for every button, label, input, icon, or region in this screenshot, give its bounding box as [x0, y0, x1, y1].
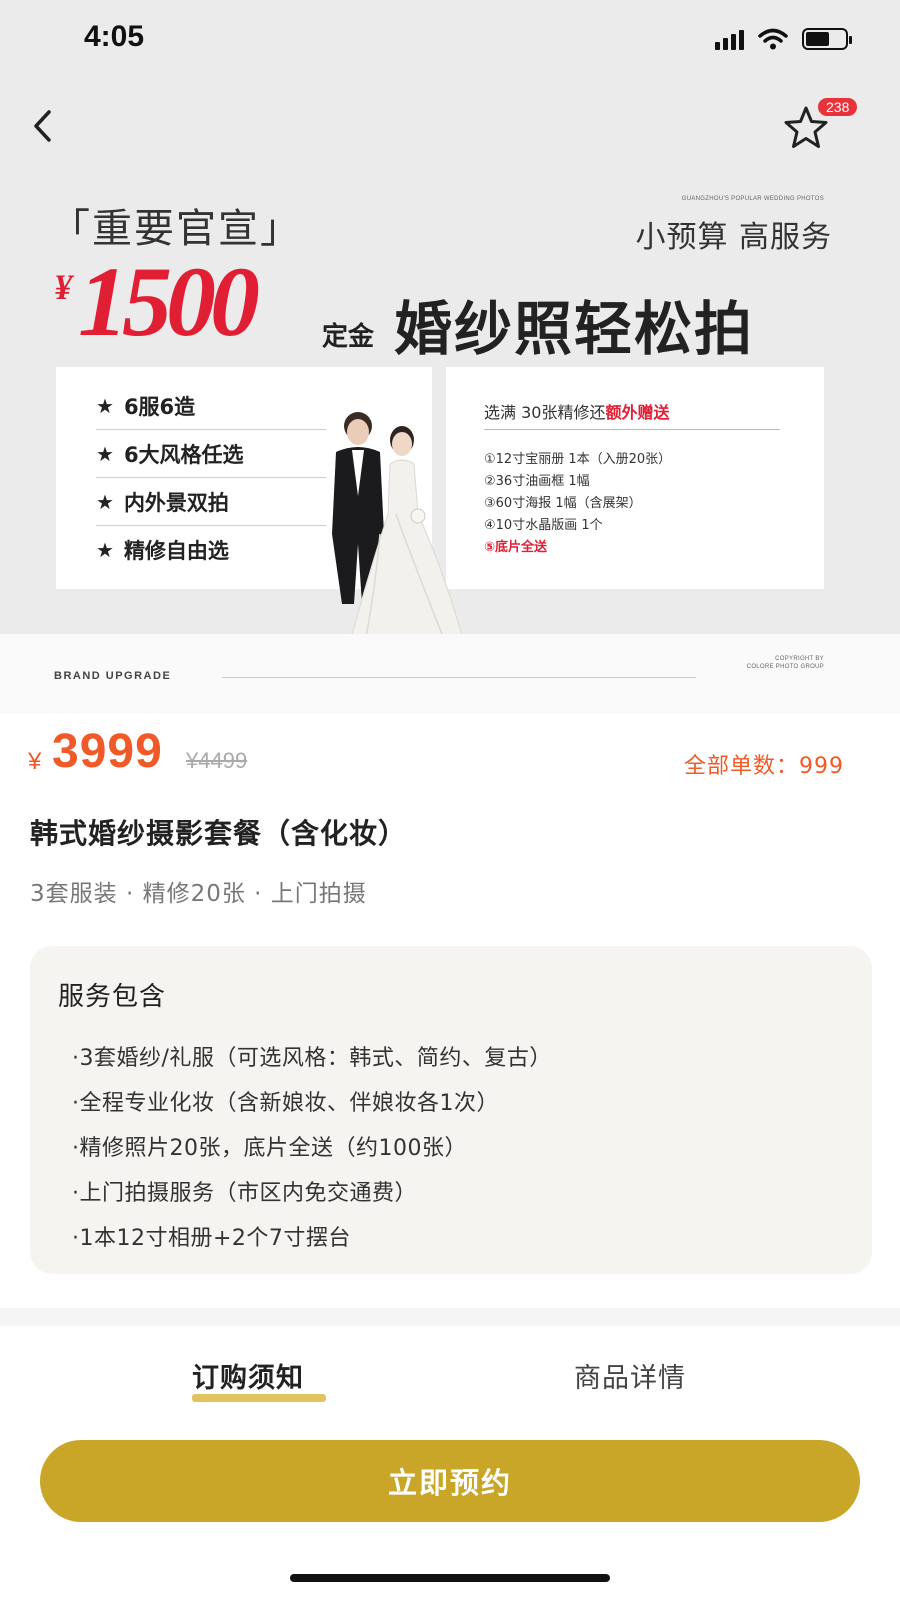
promo-deposit-label: 定金 — [322, 322, 375, 352]
divider — [222, 677, 696, 678]
service-title: 服务包含 — [58, 982, 167, 1012]
star-icon: ★ — [96, 442, 114, 466]
bonus-item: ②36寸油画框 1幅 — [484, 474, 590, 489]
section-gap — [0, 1308, 900, 1326]
original-price: ¥4499 — [186, 748, 248, 773]
service-item: ·上门拍摄服务（市区内免交通费） — [72, 1181, 417, 1206]
service-item: ·全程专业化妆（含新娘妆、伴娘妆各1次） — [72, 1091, 499, 1116]
promo-currency: ¥ — [54, 267, 72, 307]
banner-subtitle: 小预算 高服务 — [635, 220, 832, 255]
bonus-item: ③60寸海报 1幅（含展架） — [484, 496, 642, 511]
promo-tagline: 婚纱照轻松拍 — [394, 295, 755, 363]
current-price: 3999 — [52, 725, 163, 778]
divider — [96, 429, 326, 430]
bonus-panel: 选满 30张精修还额外赠送 ①12寸宝丽册 1本（入册20张） ②36寸油画框 … — [446, 367, 824, 589]
promo-price: 1500 — [78, 246, 260, 357]
brand-strip: BRAND UPGRADE COPYRIGHT BY COLORE PHOTO … — [0, 634, 900, 714]
price-currency: ¥ — [28, 748, 42, 775]
product-title: 韩式婚纱摄影套餐（含化妆） — [30, 817, 408, 850]
banner-tiny-caption: GUANGZHOU'S POPULAR WEDDING PHOTOS — [681, 196, 824, 202]
home-indicator — [290, 1574, 610, 1582]
service-list: ·3套婚纱/礼服（可选风格：韩式、简约、复古） ·全程专业化妆（含新娘妆、伴娘妆… — [72, 1036, 552, 1261]
copyright-line: COPYRIGHT BY — [775, 656, 824, 662]
bonus-item: ⑤底片全送 — [484, 540, 548, 555]
product-tags: 3套服装 · 精修20张 · 上门拍摄 — [30, 881, 367, 907]
feature-item: ★ 6服6造 — [96, 394, 196, 419]
star-icon: ★ — [96, 490, 114, 514]
tab-order-notice[interactable]: 订购须知 — [192, 1356, 304, 1395]
feature-item: ★ 内外景双拍 — [96, 490, 229, 515]
bonus-item: ④10寸水晶版画 1个 — [484, 518, 603, 533]
price-row: ¥ 3999 ¥4499 全部单数：999 — [0, 720, 900, 790]
active-tab-indicator — [192, 1394, 326, 1402]
service-item: ·1本12寸相册+2个7寸摆台 — [72, 1226, 351, 1251]
copyright-line: COLORE PHOTO GROUP — [746, 664, 824, 670]
signal-icon — [715, 28, 744, 50]
divider — [96, 525, 326, 526]
wifi-icon — [758, 28, 788, 50]
book-now-button[interactable]: 立即预约 — [40, 1440, 860, 1522]
star-icon: ★ — [96, 394, 114, 418]
feature-item: ★ 精修自由选 — [96, 538, 229, 563]
battery-icon — [802, 28, 852, 50]
back-button[interactable] — [24, 106, 60, 146]
status-icons — [715, 28, 852, 50]
sold-count: 全部单数：999 — [683, 754, 844, 779]
promo-banner: 238 「重要官宣」 GUANGZHOU'S POPULAR WEDDING P… — [0, 84, 900, 684]
divider — [484, 429, 780, 430]
brand-label: BRAND UPGRADE — [54, 670, 172, 682]
star-icon: ★ — [96, 538, 114, 562]
bonus-list: ①12寸宝丽册 1本（入册20张） ②36寸油画框 1幅 ③60寸海报 1幅（含… — [484, 449, 671, 559]
bonus-item: ①12寸宝丽册 1本（入册20张） — [484, 452, 672, 467]
status-bar: 4:05 — [0, 0, 900, 84]
bonus-heading: 选满 30张精修还额外赠送 — [484, 403, 670, 422]
service-item: ·3套婚纱/礼服（可选风格：韩式、简约、复古） — [72, 1046, 552, 1071]
chevron-left-icon — [34, 110, 51, 142]
service-card: 服务包含 ·3套婚纱/礼服（可选风格：韩式、简约、复古） ·全程专业化妆（含新娘… — [30, 946, 872, 1274]
divider — [96, 477, 326, 478]
status-time: 4:05 — [84, 20, 145, 53]
tab-bar: 订购须知 商品详情 — [0, 1326, 900, 1416]
service-item: ·精修照片20张，底片全送（约100张） — [72, 1136, 467, 1161]
tab-product-details[interactable]: 商品详情 — [574, 1356, 686, 1395]
bottom-bar: 立即预约 — [0, 1416, 900, 1600]
feature-item: ★ 6大风格任选 — [96, 442, 244, 467]
favorite-count-badge: 238 — [818, 98, 858, 116]
